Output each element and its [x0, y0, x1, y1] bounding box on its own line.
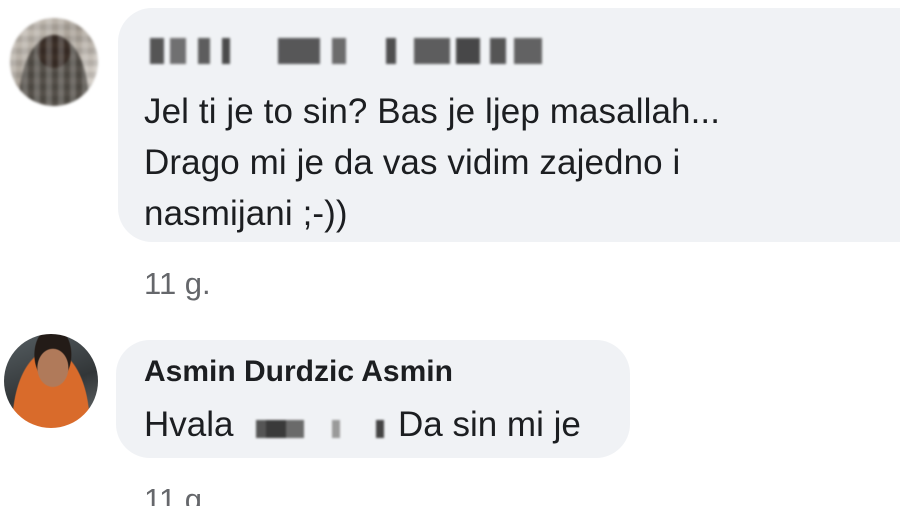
comment-thread: Jel ti je to sin? Bas je ljep masallah..…: [0, 0, 900, 506]
reply-avatar[interactable]: [4, 334, 98, 428]
redacted-author-name: [150, 38, 546, 64]
reply-text-start: Hvala: [144, 405, 234, 444]
comment-line: Jel ti je to sin? Bas je ljep masallah..…: [144, 92, 721, 131]
reply-timestamp[interactable]: 11 g.: [144, 482, 211, 506]
comment-line: nasmijani ;-)): [144, 194, 348, 233]
comment-line: Drago mi je da vas vidim zajedno i: [144, 143, 681, 182]
commenter-avatar[interactable]: [10, 18, 98, 106]
reply-text-end: Da sin mi je: [398, 405, 581, 444]
comment-timestamp[interactable]: 11 g.: [144, 266, 211, 302]
comment-text: Jel ti je to sin? Bas je ljep masallah..…: [144, 86, 844, 239]
pixelation-overlay: [10, 18, 98, 106]
reply-author-name[interactable]: Asmin Durdzic Asmin: [144, 354, 453, 390]
redacted-mention: [256, 420, 388, 438]
